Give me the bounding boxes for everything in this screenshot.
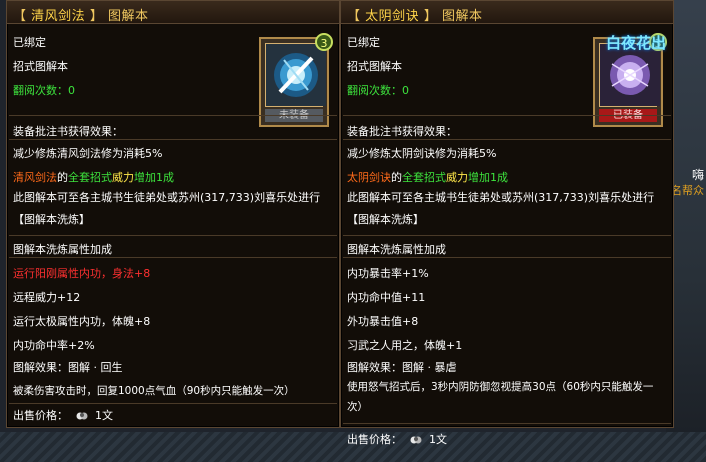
divider (343, 139, 671, 140)
level-badge: 3 (315, 33, 333, 51)
attr-row: 内功暴击率+1% (347, 265, 667, 281)
attr-name: 内功命中值 (347, 291, 402, 304)
attr-value: +8 (134, 315, 151, 328)
divider (9, 257, 337, 258)
sell-price: 出售价格： 1文 (13, 409, 113, 422)
attr-name: 内功暴击率 (347, 267, 402, 280)
attr-name: 习武之人用之，体魄 (347, 339, 446, 352)
item-title: 【 清风剑法 】 图解本 (13, 9, 149, 24)
divider (9, 403, 337, 404)
copper-coin-icon (76, 411, 88, 421)
effect-heading: 装备批注书获得效果： (13, 125, 123, 138)
attr-name: 运行太极属性内功，体魄 (13, 315, 134, 328)
tooltip-panel-right: 【 太阴剑诀 】 图解本 已绑定 招式图解本 翻阅次数：0 已装备 3 (340, 0, 674, 446)
background-chat-text: 嗨 (691, 168, 704, 182)
attr-row: 习武之人用之，体魄+1 (347, 337, 667, 353)
attr-value: +1 (446, 339, 463, 352)
attr-name: 远程威力 (13, 291, 57, 304)
attr-value: +2% (68, 339, 95, 352)
bound-status: 已绑定 (13, 36, 46, 49)
effect-line-2: 太阴剑诀的全套招式威力增加1成 (347, 171, 508, 184)
sword-manual-icon (265, 43, 326, 107)
item-category: 招式图解本 (13, 60, 68, 73)
attr-row: 运行阳刚属性内功，身法+8 (13, 265, 333, 281)
effect-line-1: 减少修炼太阴剑诀修为消耗5% (347, 147, 497, 160)
divider (9, 115, 337, 116)
attr-heading: 图解本洗炼属性加成 (13, 243, 112, 256)
sell-price: 出售价格： 1文 (347, 433, 447, 446)
item-header: 已绑定 招式图解本 翻阅次数：0 未装备 3 (7, 23, 339, 127)
item-type-suffix: 图解本 (441, 9, 483, 24)
attr-row: 外功暴击值+8 (347, 313, 667, 329)
tooltip-panel-left: 【 清风剑法 】 图解本 已绑定 招式图解本 翻阅次数：0 未装备 (6, 0, 340, 428)
watermark-text: 白夜花出 (606, 34, 667, 52)
attr-value: +11 (402, 291, 426, 304)
item-icon-frame[interactable]: 未装备 3 (259, 33, 333, 127)
effect-heading: 装备批注书获得效果： (347, 125, 457, 138)
title-bar: 【 太阴剑诀 】 图解本 (341, 1, 673, 24)
background-guild-text: 名帮众 (671, 184, 704, 197)
read-count: 翻阅次数：0 (347, 84, 409, 97)
diagram-effect-title: 图解效果：图解 · 回生 (13, 361, 123, 374)
attr-value: +8 (134, 267, 151, 280)
read-count: 翻阅次数：0 (13, 84, 75, 97)
divider (343, 235, 671, 236)
effect-line-2: 清风剑法的全套招式威力增加1成 (13, 171, 174, 184)
attr-row: 运行太极属性内功，体魄+8 (13, 313, 333, 329)
attr-row: 内功命中值+11 (347, 289, 667, 305)
diagram-effect-desc: 使用怒气招式后，3秒内阴防御忽视提高30点（60秒内只能触发一次） (347, 381, 654, 413)
divider (9, 139, 337, 140)
divider (9, 235, 337, 236)
attr-row: 内功命中率+2% (13, 337, 333, 353)
divider (343, 423, 671, 424)
item-category: 招式图解本 (347, 60, 402, 73)
bound-status: 已绑定 (347, 36, 380, 49)
attr-value: +1% (402, 267, 429, 280)
attr-name: 内功命中率 (13, 339, 68, 352)
diagram-effect-title: 图解效果：图解 · 暴虐 (347, 361, 457, 374)
effect-line-3: 此图解本可至各主城书生徒弟处或苏州(317,733)刘喜乐处进行【图解本洗炼】 (347, 191, 655, 226)
attr-name: 运行阳刚属性内功，身法 (13, 267, 134, 280)
divider (343, 257, 671, 258)
item-name: 清风剑法 (31, 9, 86, 24)
attr-row: 远程威力+12 (13, 289, 333, 305)
effect-line-1: 减少修炼清风剑法修为消耗5% (13, 147, 163, 160)
effect-line-3: 此图解本可至各主城书生徒弟处或苏州(317,733)刘喜乐处进行【图解本洗炼】 (13, 191, 321, 226)
diagram-effect-desc: 被柔伤害攻击时，回复1000点气血（90秒内只能触发一次） (13, 385, 295, 397)
attr-value: +8 (402, 315, 419, 328)
title-bar: 【 清风剑法 】 图解本 (7, 1, 339, 24)
item-name: 太阴剑诀 (365, 9, 420, 24)
attr-name: 外功暴击值 (347, 315, 402, 328)
attr-heading: 图解本洗炼属性加成 (347, 243, 446, 256)
attr-value: +12 (57, 291, 81, 304)
divider (343, 115, 671, 116)
item-type-suffix: 图解本 (107, 9, 149, 24)
item-title: 【 太阴剑诀 】 图解本 (347, 9, 483, 24)
copper-coin-icon (410, 435, 422, 445)
